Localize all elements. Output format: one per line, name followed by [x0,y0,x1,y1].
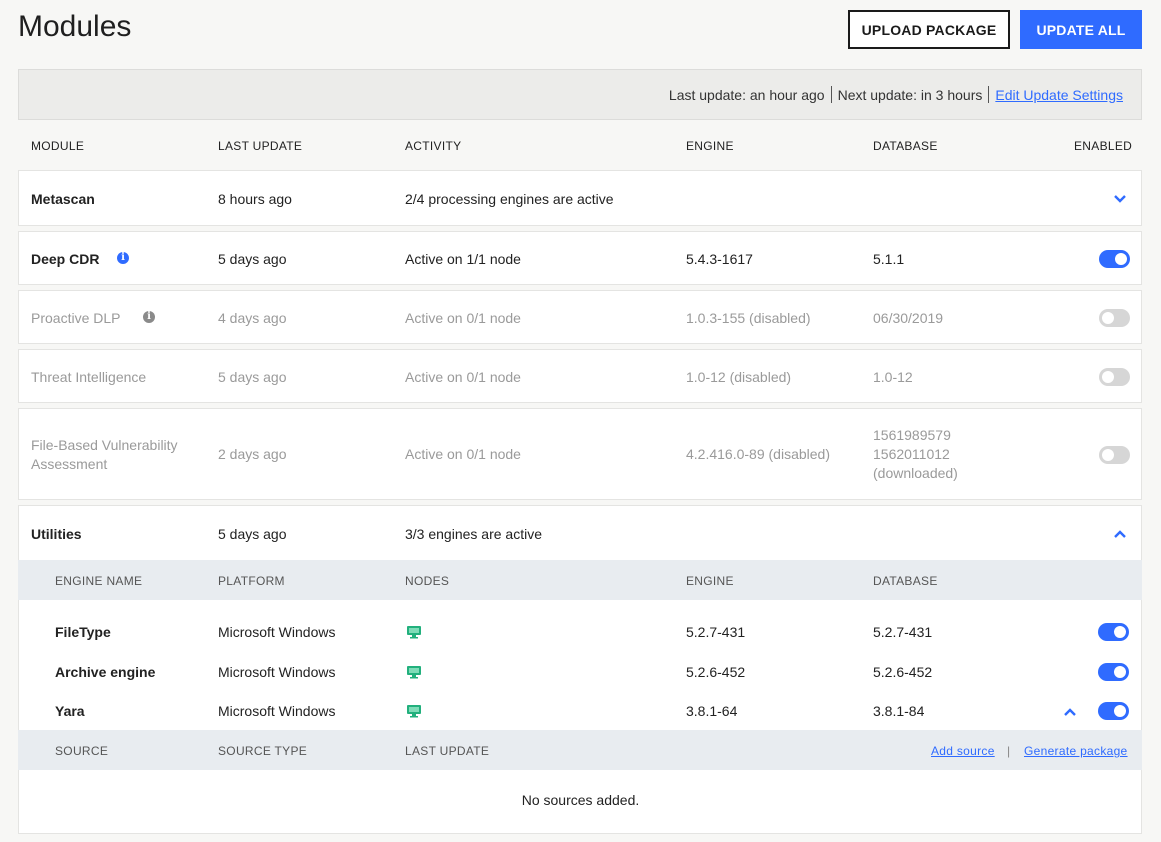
update-all-button[interactable]: UPDATE ALL [1020,10,1142,49]
module-name: Deep CDR [31,251,100,267]
module-row-file-based-vulnerability-assessment: File-Based Vulnerability Assessment 2 da… [18,408,1142,500]
module-database-version: 1.0-12 [873,369,913,385]
update-status-bar: Last update: an hour ago Next update: in… [18,69,1142,120]
module-database-version: 5.1.1 [873,251,905,267]
col-header-source: SOURCE [55,744,109,758]
engine-version: 3.8.1-64 [686,703,738,719]
engine-name: FileType [55,624,111,640]
enabled-toggle[interactable] [1099,446,1130,464]
engine-platform: Microsoft Windows [218,703,336,719]
module-name: Utilities [31,526,82,542]
chevron-down-icon[interactable] [1113,194,1127,204]
no-sources-message: No sources added. [521,792,640,808]
module-database-version: 06/30/2019 [873,310,944,326]
engine-version: 5.2.7-431 [686,624,746,640]
module-database-line-1: 1561989579 [873,427,951,443]
monitor-icon [407,705,421,718]
next-update-text: Next update: in 3 hours [837,86,983,103]
last-update-text: Last update: an hour ago [668,86,825,103]
engine-platform: Microsoft Windows [218,624,336,640]
module-row-deep-cdr: Deep CDR i 5 days ago Active on 1/1 node… [18,231,1142,285]
module-activity: Active on 1/1 node [405,251,521,267]
engine-version: 5.2.6-452 [686,664,746,680]
monitor-icon [407,666,421,679]
info-icon[interactable]: i [117,252,129,264]
generate-package-link[interactable]: Generate package [1024,744,1128,758]
module-last-update: 2 days ago [218,446,287,462]
module-last-update: 5 days ago [218,369,287,385]
col-header-nodes: NODES [405,574,450,588]
module-database-line-3: (downloaded) [873,465,958,481]
module-engine-version: 1.0.3-155 (disabled) [686,310,811,326]
engine-enabled-toggle[interactable] [1098,623,1129,641]
engine-name: Archive engine [55,664,156,680]
module-last-update: 4 days ago [218,310,287,326]
module-row-threat-intelligence: Threat Intelligence 5 days ago Active on… [18,349,1142,403]
link-separator: | [1007,744,1011,758]
module-name-line-1: File-Based Vulnerability [31,437,178,453]
page-title: Modules [18,10,132,43]
module-activity: 3/3 engines are active [405,526,542,542]
col-header-module: MODULE [31,139,85,153]
module-name: Proactive DLP [31,310,121,326]
module-row-proactive-dlp: Proactive DLP i 4 days ago Active on 0/1… [18,290,1142,344]
monitor-icon [407,626,421,639]
col-header-database: DATABASE [873,574,938,588]
divider [988,86,990,103]
col-header-activity: ACTIVITY [405,139,462,153]
chevron-up-icon[interactable] [1063,707,1077,717]
module-activity: Active on 0/1 node [405,310,521,326]
module-name-line-2: Assessment [31,456,108,472]
col-header-platform: PLATFORM [218,574,285,588]
module-last-update: 5 days ago [218,251,287,267]
engine-subtable-header: ENGINE NAME PLATFORM NODES ENGINE DATABA… [18,560,1142,600]
module-activity: Active on 0/1 node [405,369,521,385]
module-row-metascan[interactable]: Metascan 8 hours ago 2/4 processing engi… [18,170,1142,226]
module-activity: 2/4 processing engines are active [405,191,614,207]
module-activity: Active on 0/1 node [405,446,521,462]
edit-update-settings-link[interactable]: Edit Update Settings [995,87,1123,103]
engine-platform: Microsoft Windows [218,664,336,680]
sources-subtable-header: SOURCE SOURCE TYPE LAST UPDATE Add sourc… [18,730,1142,770]
enabled-toggle[interactable] [1099,368,1130,386]
col-header-engine: ENGINE [686,574,734,588]
col-header-last-update: LAST UPDATE [218,139,303,153]
divider [830,86,832,103]
module-last-update: 8 hours ago [218,191,292,207]
col-header-last-update: LAST UPDATE [405,744,490,758]
module-engine-version: 5.4.3-1617 [686,251,753,267]
module-name: Metascan [31,191,95,207]
col-header-enabled: ENABLED [1074,139,1133,153]
col-header-engine-name: ENGINE NAME [55,574,143,588]
engine-database: 3.8.1-84 [873,703,925,719]
upload-package-button[interactable]: UPLOAD PACKAGE [848,10,1010,49]
module-row-utilities: Utilities 5 days ago 3/3 engines are act… [18,505,1142,834]
engine-enabled-toggle[interactable] [1098,663,1129,681]
col-header-database: DATABASE [873,139,938,153]
chevron-up-icon[interactable] [1113,529,1127,539]
module-name: Threat Intelligence [31,369,147,385]
engine-database: 5.2.6-452 [873,664,933,680]
info-icon[interactable]: i [143,311,155,323]
engine-name: Yara [55,703,85,719]
module-engine-version: 4.2.416.0-89 (disabled) [686,446,830,462]
enabled-toggle[interactable] [1099,250,1130,268]
col-header-engine: ENGINE [686,139,734,153]
engine-enabled-toggle[interactable] [1098,702,1129,720]
module-engine-version: 1.0-12 (disabled) [686,369,792,385]
module-database-line-2: 1562011012 [873,446,950,462]
enabled-toggle[interactable] [1099,309,1130,327]
module-last-update: 5 days ago [218,526,287,542]
engine-database: 5.2.7-431 [873,624,933,640]
add-source-link[interactable]: Add source [931,744,995,758]
col-header-source-type: SOURCE TYPE [218,744,308,758]
